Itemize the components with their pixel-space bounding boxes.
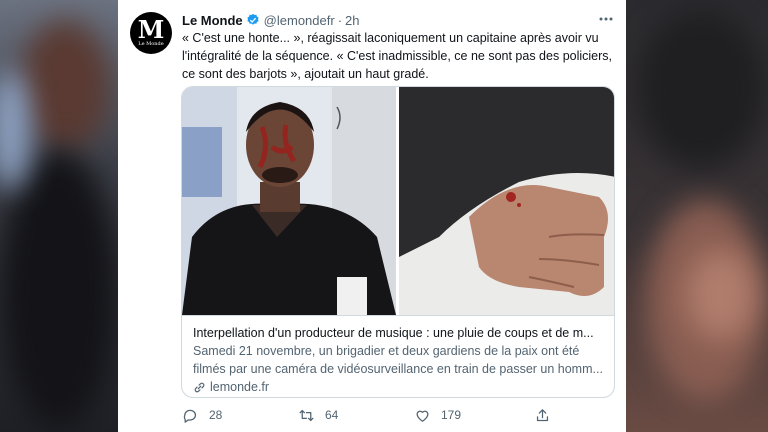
like-count: 179 bbox=[441, 408, 462, 422]
like-icon bbox=[416, 410, 429, 422]
author-handle[interactable]: @lemondefr bbox=[264, 13, 335, 28]
avatar-logo: M bbox=[137, 15, 165, 44]
blurred-background-right bbox=[626, 0, 768, 432]
link-domain-text: lemonde.fr bbox=[210, 380, 270, 394]
link-description: Samedi 21 novembre, un brigadier et deux… bbox=[193, 342, 605, 378]
avatar-logo-sub: Le Monde bbox=[138, 41, 164, 47]
link-preview-meta[interactable]: Interpellation d'un producteur de musiqu… bbox=[182, 315, 614, 397]
preview-image-injured-man[interactable] bbox=[182, 87, 396, 315]
preview-images[interactable] bbox=[182, 87, 614, 315]
retweet-count: 64 bbox=[325, 408, 339, 422]
verified-icon bbox=[247, 13, 259, 25]
reply-button[interactable]: 28 bbox=[182, 407, 298, 424]
reply-count: 28 bbox=[209, 408, 223, 422]
tweet-time[interactable]: 2h bbox=[345, 13, 359, 28]
blurred-background-left bbox=[0, 0, 118, 432]
author-name[interactable]: Le Monde bbox=[182, 13, 243, 28]
link-domain[interactable]: lemonde.fr bbox=[193, 378, 605, 396]
link-description-line: filmés par une caméra de vidéosurveillan… bbox=[193, 362, 603, 376]
link-title[interactable]: Interpellation d'un producteur de musiqu… bbox=[193, 324, 605, 342]
tweet-text-line: « C'est une honte... », réagissait lacon… bbox=[182, 31, 599, 45]
tweet-actions: 28 64 179 bbox=[182, 404, 602, 426]
link-description-line: Samedi 21 novembre, un brigadier et deux… bbox=[193, 344, 580, 358]
like-button[interactable]: 179 bbox=[414, 407, 534, 424]
more-icon[interactable] bbox=[598, 11, 614, 30]
retweet-icon bbox=[299, 409, 314, 421]
link-preview-card[interactable]: Interpellation d'un producteur de musiqu… bbox=[181, 86, 615, 398]
tweet-card[interactable]: M Le Monde Le Monde @lemondefr · 2h « C'… bbox=[118, 0, 626, 432]
share-button[interactable] bbox=[534, 407, 551, 424]
header-separator: · bbox=[337, 12, 343, 28]
tweet-header: Le Monde @lemondefr · 2h bbox=[182, 11, 614, 29]
tweet-text: « C'est une honte... », réagissait lacon… bbox=[182, 29, 618, 83]
link-icon bbox=[194, 382, 205, 392]
reply-icon bbox=[183, 409, 197, 423]
share-icon bbox=[536, 408, 549, 421]
retweet-button[interactable]: 64 bbox=[298, 407, 414, 424]
tweet-text-line: ce sont des barjots », ajoutait un haut … bbox=[182, 67, 429, 81]
avatar[interactable]: M Le Monde bbox=[130, 12, 172, 54]
preview-image-injured-hand[interactable] bbox=[399, 87, 614, 315]
tweet-text-line: l'intégralité de la séquence. « C'est in… bbox=[182, 49, 613, 63]
